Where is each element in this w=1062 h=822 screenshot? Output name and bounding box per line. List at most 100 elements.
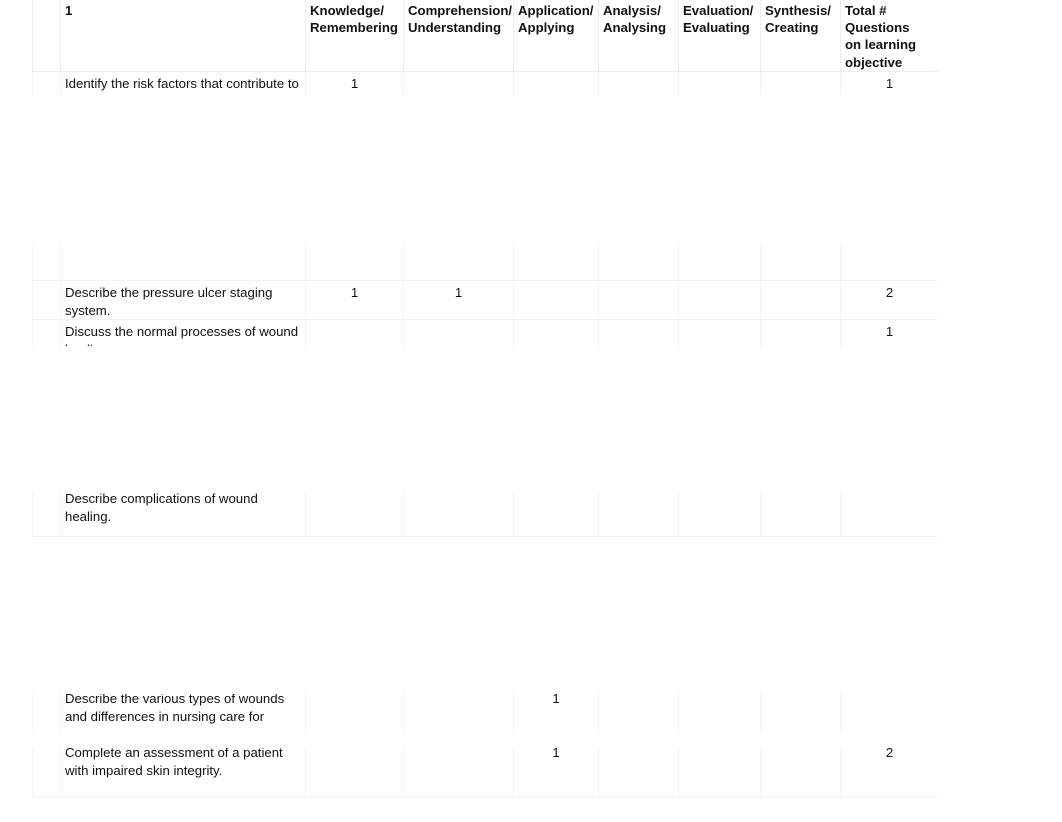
cell-synthesis	[760, 279, 841, 321]
cell-application	[513, 319, 599, 346]
cell-knowledge: 1	[305, 70, 404, 95]
cell-total: 2	[840, 279, 938, 321]
table-band-staging: Describe the pressure ulcer staging syst…	[32, 246, 938, 346]
spacer-cell	[840, 246, 938, 281]
header-evaluation: Evaluation/ Evaluating	[678, 0, 761, 72]
header-analysis: Analysis/ Analysing	[598, 0, 679, 72]
table-row: Describe complications of wound healing.	[32, 492, 938, 537]
blueprint-table-header: 1 Knowledge/ Remembering Comprehension/ …	[32, 0, 938, 95]
row-number	[32, 748, 61, 797]
table-band-assessment: Complete an assessment of a patient with…	[32, 748, 938, 804]
header-corner-value: 1	[60, 0, 306, 72]
cell-comprehension	[403, 748, 514, 797]
row-objective: Identify the risk factors that contribut…	[60, 70, 306, 95]
header-evaluation-line1: Evaluation/	[683, 3, 754, 18]
spacer-cell	[32, 246, 61, 281]
cell-evaluation	[678, 279, 761, 321]
spacer-cell	[760, 246, 841, 281]
cell-total	[840, 694, 938, 730]
left-page-margin	[0, 0, 34, 822]
header-comprehension-line2: Understanding	[408, 20, 502, 36]
table-band-wound-types: Describe the various types of wounds and…	[32, 694, 938, 730]
cell-total: 1	[840, 70, 938, 95]
spacer-cell	[305, 246, 404, 281]
header-synthesis-line1: Synthesis/	[765, 3, 831, 18]
cell-analysis	[598, 279, 679, 321]
header-synthesis-line2: Creating	[765, 20, 819, 36]
table-row: Identify the risk factors that contribut…	[32, 70, 938, 95]
table-header-band: 1 Knowledge/ Remembering Comprehension/ …	[32, 0, 938, 95]
cell-analysis	[598, 492, 679, 537]
cell-synthesis	[760, 748, 841, 797]
table-row: Discuss the normal processes of wound he…	[32, 319, 938, 346]
cell-comprehension	[403, 319, 514, 346]
cell-evaluation	[678, 694, 761, 730]
header-total-line4: objective	[845, 54, 903, 70]
row-objective: Describe the pressure ulcer staging syst…	[60, 279, 306, 321]
blueprint-table-complications: Describe complications of wound healing.	[32, 492, 938, 537]
header-analysis-line1: Analysis/	[603, 3, 661, 18]
cell-knowledge	[305, 748, 404, 797]
table-row: Describe the pressure ulcer staging syst…	[32, 279, 938, 321]
cell-analysis	[598, 319, 679, 346]
cell-comprehension	[403, 492, 514, 537]
cell-analysis	[598, 70, 679, 95]
cell-application: 1	[513, 748, 599, 797]
table-row: Complete an assessment of a patient with…	[32, 748, 938, 797]
blueprint-table-assessment: Complete an assessment of a patient with…	[32, 748, 938, 797]
cell-total: 2	[840, 748, 938, 797]
table-header-row: 1 Knowledge/ Remembering Comprehension/ …	[32, 0, 938, 72]
header-application-line1: Application/	[518, 3, 594, 18]
cell-synthesis	[760, 70, 841, 95]
cell-application	[513, 70, 599, 95]
header-application-line2: Applying	[518, 20, 575, 36]
cell-analysis	[598, 748, 679, 797]
cell-total: 1	[840, 319, 938, 346]
table-row: Describe the various types of wounds and…	[32, 694, 938, 730]
row-number	[32, 492, 61, 537]
spacer-cell	[403, 246, 514, 281]
header-total-line2: Questions	[845, 20, 910, 36]
header-comprehension-line1: Comprehension/	[408, 3, 513, 18]
cell-knowledge	[305, 694, 404, 730]
header-analysis-line2: Analysing	[603, 20, 667, 36]
cell-comprehension	[403, 694, 514, 730]
header-rownum-cell	[32, 0, 61, 72]
blueprint-table-wound-types: Describe the various types of wounds and…	[32, 694, 938, 730]
cell-knowledge	[305, 319, 404, 346]
header-application: Application/ Applying	[513, 0, 599, 72]
row-number	[32, 279, 61, 321]
row-number	[32, 70, 61, 95]
right-page-margin	[930, 0, 1062, 822]
cell-synthesis	[760, 492, 841, 537]
header-total-line1: Total #	[845, 3, 887, 18]
cell-knowledge	[305, 492, 404, 537]
header-synthesis: Synthesis/ Creating	[760, 0, 841, 72]
cell-total	[840, 492, 938, 537]
header-evaluation-line2: Evaluating	[683, 20, 750, 36]
header-knowledge-line2: Remembering	[310, 20, 398, 36]
header-total: Total # Questions on learning objective	[840, 0, 938, 72]
header-knowledge: Knowledge/ Remembering	[305, 0, 404, 72]
spacer-cell	[598, 246, 679, 281]
cell-analysis	[598, 694, 679, 730]
row-number	[32, 319, 61, 346]
cell-comprehension	[403, 70, 514, 95]
cell-application	[513, 279, 599, 321]
header-total-line3: on learning	[845, 37, 917, 53]
cell-evaluation	[678, 492, 761, 537]
table-band-complications: Describe complications of wound healing.	[32, 492, 938, 546]
cell-application	[513, 492, 599, 537]
spacer-cell	[513, 246, 599, 281]
cell-comprehension: 1	[403, 279, 514, 321]
row-objective: Describe complications of wound healing.	[60, 492, 306, 537]
header-comprehension: Comprehension/ Understanding	[403, 0, 514, 72]
row-objective: Describe the various types of wounds and…	[60, 694, 306, 730]
cell-evaluation	[678, 319, 761, 346]
spacer-cell	[60, 246, 306, 281]
cell-evaluation	[678, 748, 761, 797]
blueprint-table-staging: Describe the pressure ulcer staging syst…	[32, 246, 938, 346]
row-objective: Complete an assessment of a patient with…	[60, 748, 306, 797]
cell-synthesis	[760, 319, 841, 346]
row-number	[32, 694, 61, 730]
